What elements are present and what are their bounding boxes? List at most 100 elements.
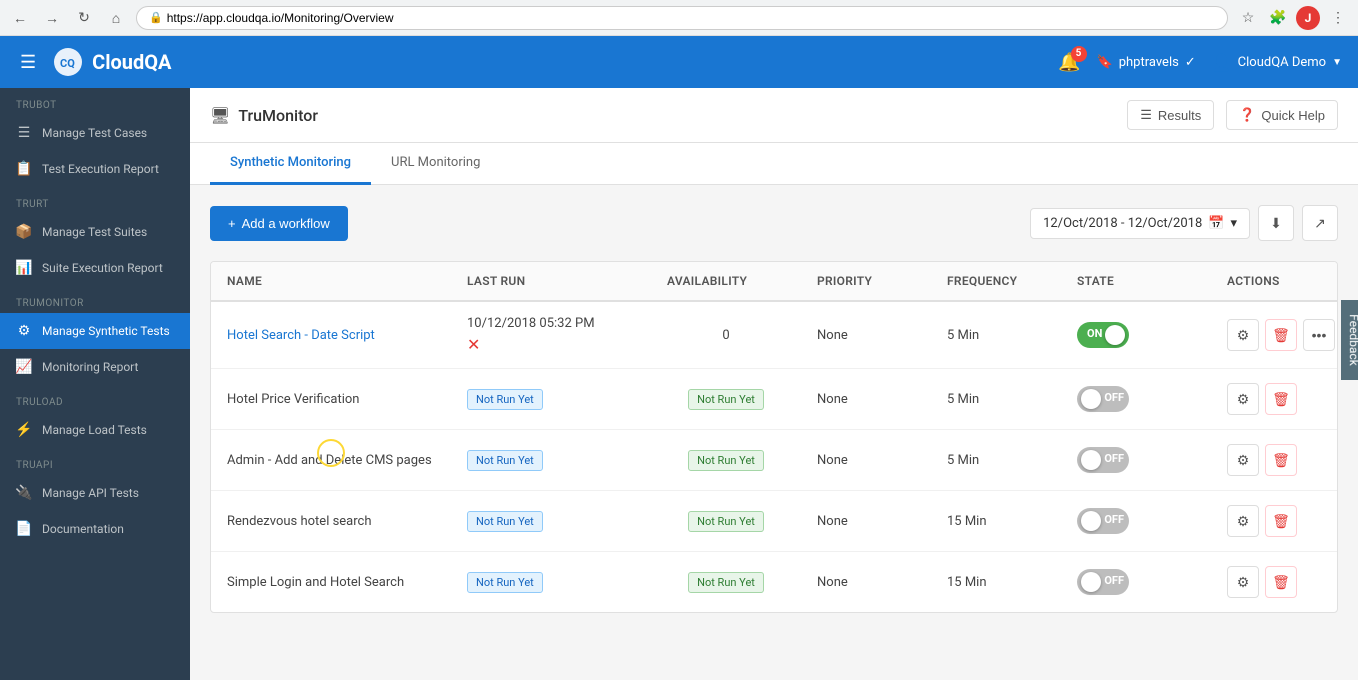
row1-toggle-thumb: [1105, 325, 1125, 345]
page-title-area: 🖥 TruMonitor: [210, 106, 318, 125]
td-priority-5: None: [801, 561, 931, 604]
add-workflow-button[interactable]: + Add a workflow: [210, 206, 348, 241]
row3-toggle-track: OFF: [1077, 447, 1129, 473]
row1-more-button[interactable]: •••: [1303, 319, 1335, 351]
row5-toggle[interactable]: OFF: [1077, 569, 1129, 595]
row3-toggle[interactable]: OFF: [1077, 447, 1129, 473]
user-menu[interactable]: 👤 CloudQA Demo ▼: [1212, 53, 1342, 72]
sidebar-item-test-execution-report[interactable]: 📋 Test Execution Report: [0, 151, 190, 187]
share-icon: ↗: [1314, 215, 1326, 232]
date-range-value: 12/Oct/2018 - 12/Oct/2018: [1043, 216, 1202, 231]
td-frequency-4: 15 Min: [931, 500, 1061, 543]
sidebar-item-manage-api-tests[interactable]: 🔌 Manage API Tests: [0, 475, 190, 511]
row4-delete-button[interactable]: 🗑: [1265, 505, 1297, 537]
row1-error-icon: ✕: [467, 335, 480, 354]
row1-delete-button[interactable]: 🗑: [1265, 319, 1297, 351]
td-priority-1: None: [801, 314, 931, 357]
sidebar-item-manage-load-tests[interactable]: ⚡ Manage Load Tests: [0, 412, 190, 448]
row5-availability-badge: Not Run Yet: [688, 572, 764, 593]
sidebar-item-synthetic-tests-label: Manage Synthetic Tests: [42, 324, 170, 338]
row3-settings-button[interactable]: ⚙: [1227, 444, 1259, 476]
row5-settings-button[interactable]: ⚙: [1227, 566, 1259, 598]
td-state-2[interactable]: OFF: [1061, 372, 1211, 426]
row4-settings-button[interactable]: ⚙: [1227, 505, 1259, 537]
th-actions: Actions: [1211, 262, 1338, 300]
truload-section-label: TruLoad: [0, 385, 190, 412]
highlight-circle: [317, 439, 345, 467]
row1-settings-button[interactable]: ⚙: [1227, 319, 1259, 351]
date-range-picker[interactable]: 12/Oct/2018 - 12/Oct/2018 📅 ▾: [1030, 208, 1250, 239]
trumonitor-section-label: TruMonitor: [0, 286, 190, 313]
row4-frequency-value: 15 Min: [947, 514, 987, 529]
tab-synthetic-monitoring-label: Synthetic Monitoring: [230, 155, 351, 170]
td-last-run-4: Not Run Yet: [451, 497, 651, 546]
download-icon: ⬇: [1270, 215, 1282, 232]
sidebar-section-trubot: TruBot ☰ Manage Test Cases 📋 Test Execut…: [0, 88, 190, 187]
sidebar-item-manage-synthetic-tests[interactable]: ⚙ Manage Synthetic Tests: [0, 313, 190, 349]
row1-toggle[interactable]: ON: [1077, 322, 1129, 348]
share-button[interactable]: ↗: [1302, 205, 1338, 241]
extensions-button[interactable]: 🧩: [1266, 6, 1290, 30]
profile-icon[interactable]: J: [1296, 6, 1320, 30]
forward-button[interactable]: →: [40, 6, 64, 30]
row4-toggle[interactable]: OFF: [1077, 508, 1129, 534]
row3-priority-value: None: [817, 453, 848, 468]
th-availability: Availability: [651, 262, 801, 300]
bookmark-link[interactable]: 🔖 phptravels ✓: [1097, 55, 1196, 70]
row3-action-btns: ⚙ 🗑: [1227, 444, 1297, 476]
sidebar-item-manage-load-tests-label: Manage Load Tests: [42, 423, 147, 437]
row2-action-btns: ⚙ 🗑: [1227, 383, 1297, 415]
td-name-5: Simple Login and Hotel Search: [211, 561, 451, 604]
row2-toggle[interactable]: OFF: [1077, 386, 1129, 412]
td-state-3[interactable]: OFF: [1061, 433, 1211, 487]
feedback-tab[interactable]: Feedback: [1341, 300, 1358, 380]
td-last-run-3: Not Run Yet: [451, 436, 651, 485]
synthetic-tests-icon: ⚙: [16, 323, 32, 339]
tab-url-monitoring[interactable]: URL Monitoring: [371, 143, 500, 185]
sidebar-item-suite-execution-report[interactable]: 📊 Suite Execution Report: [0, 250, 190, 286]
url-bar[interactable]: 🔒: [136, 6, 1228, 30]
menu-button[interactable]: ⋮: [1326, 6, 1350, 30]
sidebar-item-documentation[interactable]: 📄 Documentation: [0, 511, 190, 547]
url-input[interactable]: [167, 11, 1215, 25]
sidebar-item-manage-test-cases-label: Manage Test Cases: [42, 126, 147, 140]
sidebar-item-monitoring-report-label: Monitoring Report: [42, 360, 138, 374]
results-button[interactable]: ☰ Results: [1127, 100, 1214, 130]
row1-name-link[interactable]: Hotel Search - Date Script: [227, 328, 375, 343]
calendar-dropdown-icon: ▾: [1230, 216, 1237, 231]
sidebar-item-manage-test-cases[interactable]: ☰ Manage Test Cases: [0, 115, 190, 151]
notification-bell[interactable]: 🔔 5: [1058, 52, 1080, 73]
td-priority-3: None: [801, 439, 931, 482]
sidebar-item-manage-test-suites[interactable]: 📦 Manage Test Suites: [0, 214, 190, 250]
bookmark-button[interactable]: ☆: [1236, 6, 1260, 30]
sidebar-item-manage-test-suites-label: Manage Test Suites: [42, 225, 147, 239]
row3-delete-button[interactable]: 🗑: [1265, 444, 1297, 476]
chevron-down-icon: ▼: [1332, 57, 1342, 68]
home-button[interactable]: ⌂: [104, 6, 128, 30]
row2-delete-button[interactable]: 🗑: [1265, 383, 1297, 415]
browser-bar: ← → ↻ ⌂ 🔒 ☆ 🧩 J ⋮: [0, 0, 1358, 36]
td-state-5[interactable]: OFF: [1061, 555, 1211, 609]
row2-settings-button[interactable]: ⚙: [1227, 383, 1259, 415]
tab-synthetic-monitoring[interactable]: Synthetic Monitoring: [210, 143, 371, 185]
row3-name: Admin - Add and Delete CMS pages: [227, 453, 432, 468]
back-button[interactable]: ←: [8, 6, 32, 30]
download-button[interactable]: ⬇: [1258, 205, 1294, 241]
quick-help-button[interactable]: ❓ Quick Help: [1226, 100, 1338, 130]
refresh-button[interactable]: ↻: [72, 6, 96, 30]
content-area: + Add a workflow 12/Oct/2018 - 12/Oct/20…: [190, 185, 1358, 680]
user-icon: 👤: [1212, 53, 1232, 72]
hamburger-button[interactable]: ☰: [16, 48, 40, 77]
row1-last-run-date: 10/12/2018 05:32 PM: [467, 316, 595, 331]
td-actions-5: ⚙ 🗑: [1211, 552, 1338, 612]
row4-last-run-badge: Not Run Yet: [467, 511, 543, 532]
sidebar-item-monitoring-report[interactable]: 📈 Monitoring Report: [0, 349, 190, 385]
th-frequency: Frequency: [931, 262, 1061, 300]
test-suites-icon: 📦: [16, 224, 32, 240]
row4-action-btns: ⚙ 🗑: [1227, 505, 1297, 537]
row5-delete-button[interactable]: 🗑: [1265, 566, 1297, 598]
sidebar-section-trumonitor: TruMonitor ⚙ Manage Synthetic Tests 📈 Mo…: [0, 286, 190, 385]
row3-toggle-thumb: [1081, 450, 1101, 470]
td-state-4[interactable]: OFF: [1061, 494, 1211, 548]
td-state-1[interactable]: ON: [1061, 308, 1211, 362]
